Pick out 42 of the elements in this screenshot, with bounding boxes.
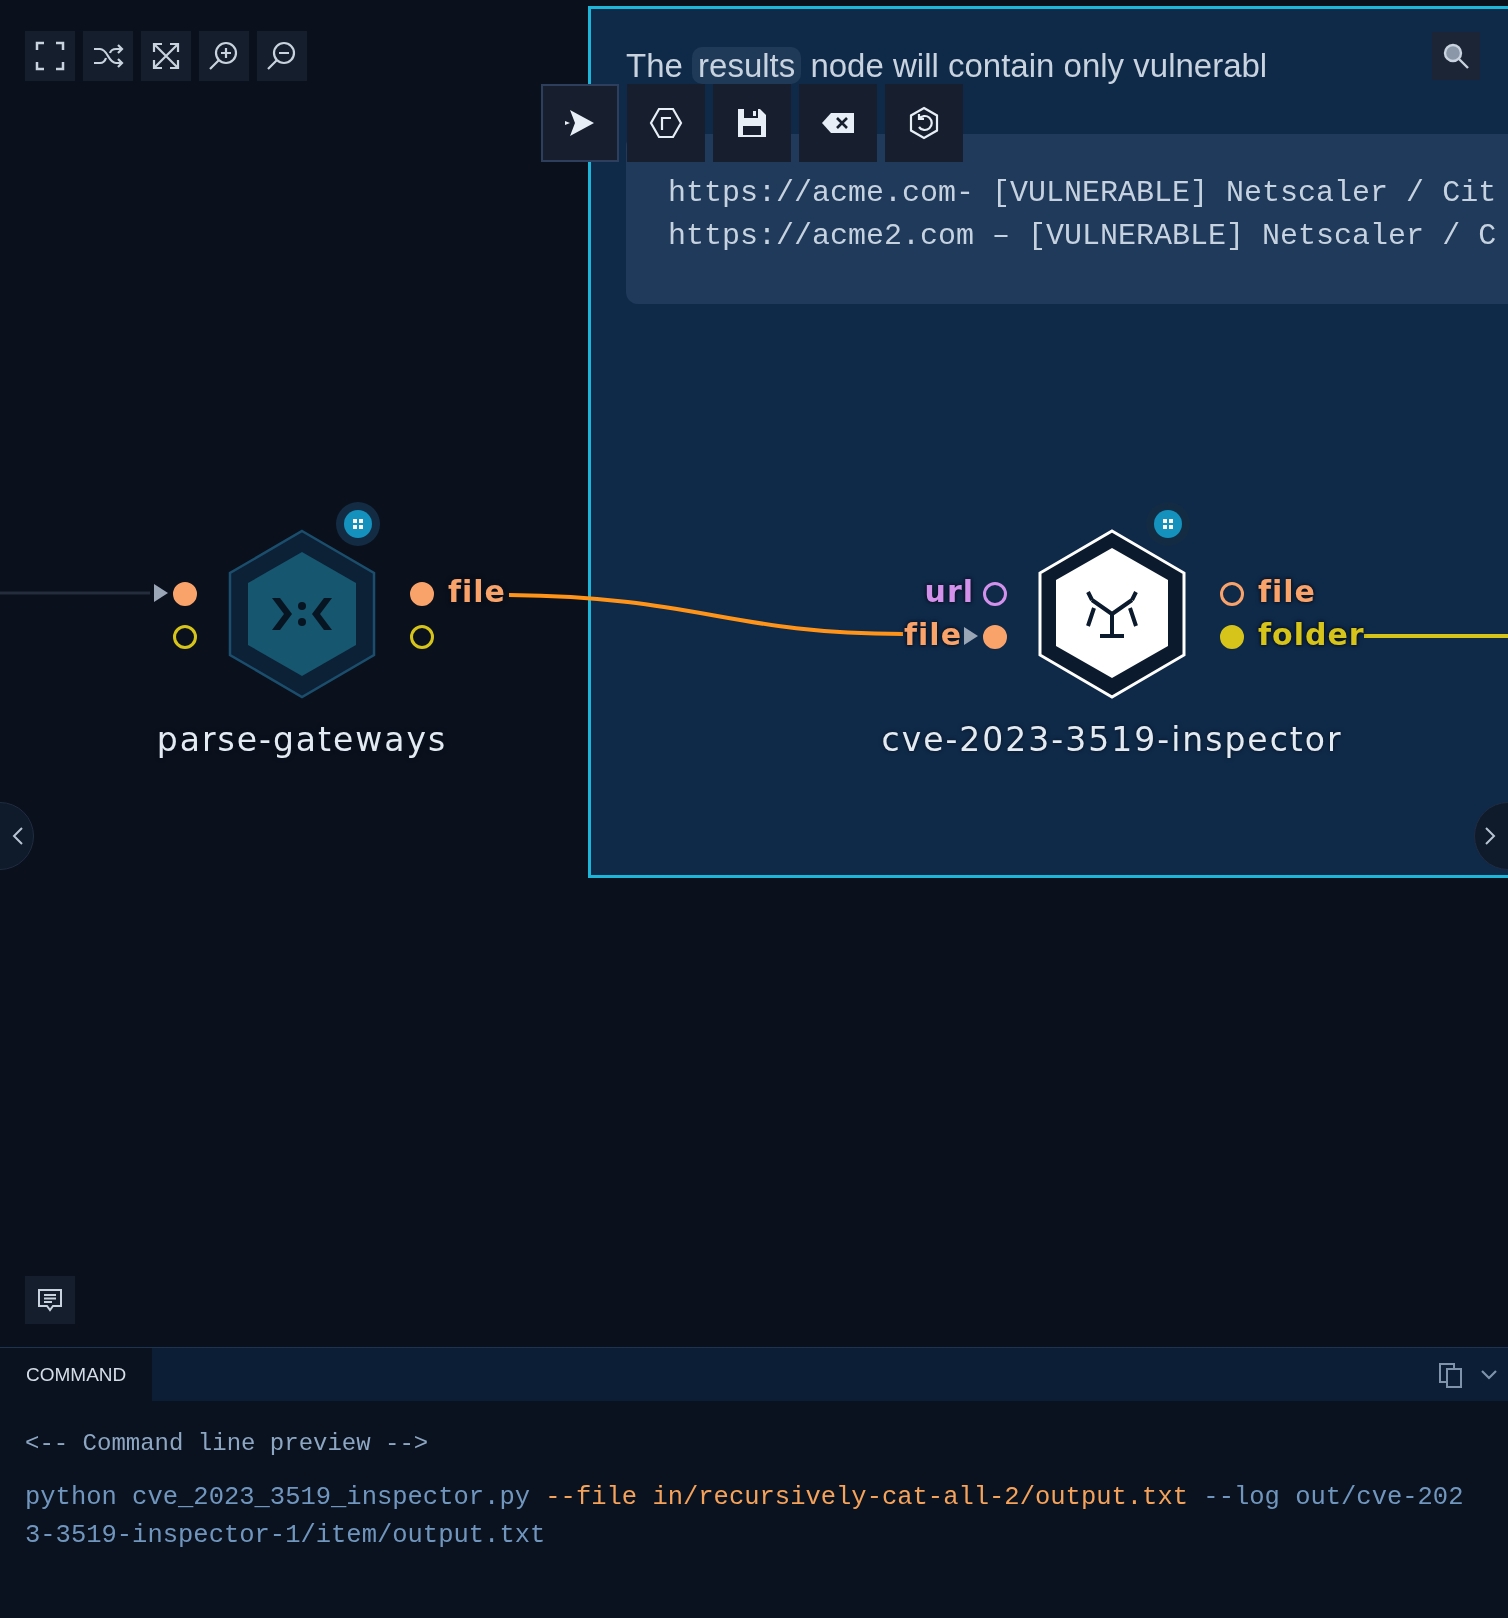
- arrow-icon: [964, 627, 978, 645]
- command-line-text: python cve_2023_3519_inspector.py --file in/recursively-cat-all-2/output.txt --log out/cve-2023-3519-inspector-1/item/output.txt: [25, 1482, 1465, 1552]
- code-line: https://acme.com- [VULNERABLE] Netscaler / Cit: [668, 175, 1498, 212]
- node-menu-icon[interactable]: [336, 502, 380, 546]
- node-label: cve-2023-3519-inspector: [881, 719, 1343, 761]
- hexagon-refresh-button[interactable]: [885, 84, 963, 162]
- zoom-in-button[interactable]: [199, 31, 249, 81]
- panel-tab[interactable]: COMMAND: [0, 1348, 153, 1401]
- output-port[interactable]: [1220, 582, 1244, 606]
- input-port[interactable]: [983, 582, 1007, 606]
- delete-button[interactable]: [799, 84, 877, 162]
- input-port[interactable]: [173, 625, 197, 649]
- chevron-down-icon[interactable]: [1480, 1368, 1498, 1381]
- expand-button[interactable]: [141, 31, 191, 81]
- save-button[interactable]: [713, 84, 791, 162]
- search-button[interactable]: [1432, 32, 1480, 80]
- fit-screen-button[interactable]: [25, 31, 75, 81]
- comment-button[interactable]: [25, 1276, 75, 1324]
- search-icon: [1441, 41, 1471, 71]
- chevron-left-icon: [11, 825, 25, 847]
- shuffle-button[interactable]: [83, 31, 133, 81]
- port-label: url: [924, 573, 974, 611]
- output-port[interactable]: [410, 582, 434, 606]
- port-label: file: [904, 616, 962, 654]
- input-port[interactable]: [173, 582, 197, 606]
- code-line: https://acme2.com – [VULNERABLE] Netscaler / C: [668, 218, 1498, 255]
- zoom-out-button[interactable]: [257, 31, 307, 81]
- chevron-right-icon: [1483, 825, 1497, 847]
- run-button[interactable]: [541, 84, 619, 162]
- copy-icon[interactable]: [1438, 1361, 1464, 1388]
- fullscreen-icon: [33, 39, 67, 73]
- hexagon-icon: [648, 105, 684, 141]
- comment-icon: [36, 1286, 64, 1314]
- output-port[interactable]: [410, 625, 434, 649]
- arrow-icon: [154, 584, 168, 602]
- hexagon-button[interactable]: [627, 84, 705, 162]
- group-note-text: The results node will contain only vulnerabl: [626, 47, 1268, 85]
- port-label: file: [448, 573, 506, 611]
- node-label: parse-gateways: [156, 719, 448, 761]
- port-label: folder: [1258, 616, 1365, 654]
- port-label: file: [1258, 573, 1316, 611]
- comment-text: <-- Command line preview -->: [25, 1429, 430, 1459]
